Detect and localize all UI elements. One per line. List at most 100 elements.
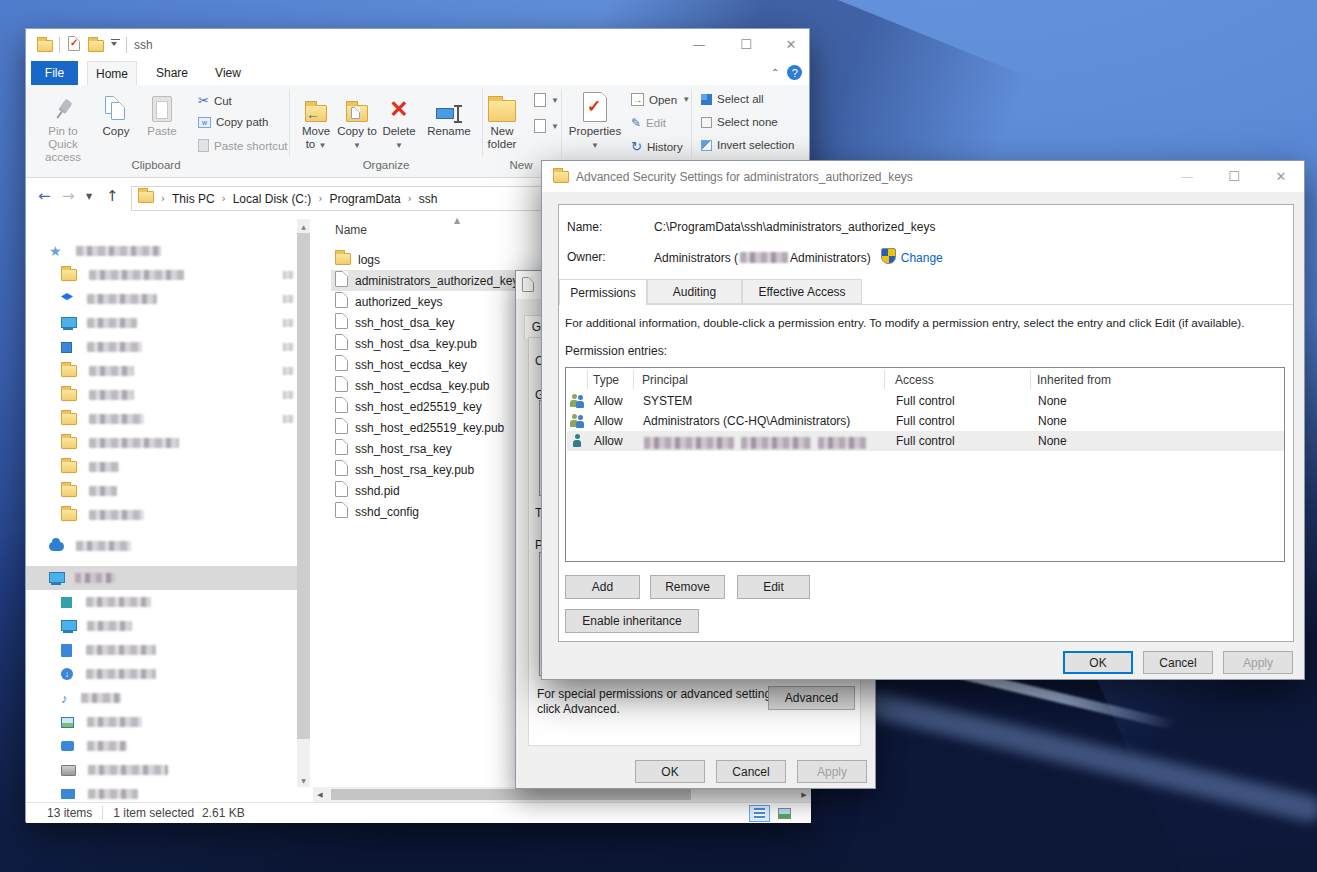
history-button[interactable]: ↻History: [631, 139, 683, 154]
close-button[interactable]: ✕: [768, 29, 814, 59]
qat-dropdown-icon[interactable]: [111, 39, 121, 49]
add-button[interactable]: Add: [565, 575, 640, 599]
nav-this-pc[interactable]: [49, 566, 115, 590]
rename-button[interactable]: Rename: [424, 88, 474, 138]
tab-file[interactable]: File: [31, 61, 78, 85]
security-titlebar[interactable]: Advanced Security Settings for administr…: [542, 161, 1304, 192]
help-icon[interactable]: ?: [787, 65, 802, 80]
edit-button[interactable]: ✎Edit: [631, 116, 666, 130]
properties-ok-button[interactable]: OK: [635, 760, 705, 783]
h-scrollbar-thumb[interactable]: [331, 789, 691, 800]
properties-apply-button[interactable]: Apply: [797, 760, 867, 783]
qat-newfolder-icon[interactable]: [88, 38, 104, 56]
nav-pictures[interactable]: [61, 710, 142, 734]
breadcrumb-programdata[interactable]: ProgramData: [329, 192, 400, 206]
nav-videos[interactable]: [61, 734, 127, 758]
dialog-maximize-button[interactable]: ☐: [1211, 161, 1257, 191]
tab-permissions[interactable]: Permissions: [559, 279, 647, 305]
maximize-button[interactable]: ☐: [723, 29, 769, 59]
nav-item[interactable]: [61, 431, 179, 455]
scroll-right-icon[interactable]: ▶: [797, 787, 811, 802]
remove-button[interactable]: Remove: [650, 575, 725, 599]
scroll-up-icon[interactable]: ▲: [297, 219, 310, 233]
tab-view[interactable]: View: [205, 61, 251, 85]
permission-row-selected[interactable]: Allow Full control None: [567, 431, 1284, 451]
properties-button[interactable]: ✓ Properties▼: [566, 88, 624, 151]
new-folder-button[interactable]: Newfolder: [474, 88, 530, 151]
copy-to-button[interactable]: Copy to ▼: [337, 88, 377, 151]
nav-item[interactable]: [61, 479, 117, 503]
nav-item[interactable]: [61, 503, 144, 527]
nav-item[interactable]: [61, 455, 119, 479]
invert-selection-button[interactable]: Invert selection: [701, 139, 794, 151]
details-view-button[interactable]: [749, 805, 770, 822]
easy-access-button[interactable]: ▼: [534, 119, 559, 133]
nav-item[interactable]: [61, 383, 134, 407]
scroll-left-icon[interactable]: ◀: [313, 787, 327, 802]
breadcrumb-ssh[interactable]: ssh: [419, 192, 438, 206]
nav-music[interactable]: ♪: [61, 686, 121, 710]
properties-cancel-button[interactable]: Cancel: [716, 760, 786, 783]
permission-row[interactable]: Allow SYSTEM Full control None: [567, 391, 1284, 411]
nav-desktop[interactable]: [61, 614, 132, 638]
nav-item[interactable]: [61, 311, 137, 335]
nav-item[interactable]: [61, 359, 134, 383]
new-item-button[interactable]: ▼: [534, 93, 559, 107]
security-ok-button[interactable]: OK: [1063, 651, 1133, 674]
col-access[interactable]: Access: [895, 368, 934, 391]
move-to-button[interactable]: ← Move to ▼: [296, 88, 336, 151]
forward-icon[interactable]: →: [62, 187, 75, 205]
security-apply-button[interactable]: Apply: [1223, 651, 1293, 674]
nav-item[interactable]: [61, 335, 142, 359]
col-principal[interactable]: Principal: [642, 368, 688, 391]
col-type[interactable]: Type: [593, 368, 619, 391]
nav-downloads[interactable]: ↓: [61, 662, 156, 686]
thumbnail-view-button[interactable]: [774, 805, 795, 822]
minimize-button[interactable]: —: [676, 29, 722, 59]
up-icon[interactable]: ↑: [106, 187, 119, 205]
nav-onedrive[interactable]: [49, 534, 131, 558]
nav-item[interactable]: [61, 407, 144, 431]
advanced-button[interactable]: Advanced: [768, 686, 855, 710]
nav-item[interactable]: [61, 263, 184, 287]
breadcrumb-local-disk[interactable]: Local Disk (C:): [233, 192, 312, 206]
pin-to-quick-access-button[interactable]: Pin to Quick access: [33, 88, 93, 165]
tab-effective-access[interactable]: Effective Access: [742, 279, 862, 304]
copy-path-button[interactable]: wCopy path: [198, 116, 268, 128]
nav-3d-objects[interactable]: [61, 590, 151, 614]
nav-scrollbar-thumb[interactable]: [297, 233, 310, 739]
dialog-close-button[interactable]: ✕: [1258, 161, 1304, 191]
copy-button[interactable]: Copy: [96, 88, 136, 138]
column-header-name[interactable]: Name: [335, 223, 367, 237]
scroll-down-icon[interactable]: ▼: [297, 773, 310, 787]
qat-properties-icon[interactable]: ✓: [68, 36, 80, 55]
horizontal-scrollbar[interactable]: ◀ ▶: [313, 787, 811, 802]
permission-row[interactable]: Allow Administrators (CC-HQ\Administrato…: [567, 411, 1284, 431]
paste-shortcut-button[interactable]: Paste shortcut: [198, 139, 288, 152]
tab-share[interactable]: Share: [147, 61, 197, 85]
edit-button[interactable]: Edit: [737, 575, 810, 599]
nav-scrollbar[interactable]: ▲ ▼: [297, 219, 310, 787]
tab-home[interactable]: Home: [87, 61, 137, 85]
back-icon[interactable]: ←: [38, 187, 51, 205]
change-owner-link[interactable]: Change: [901, 251, 943, 265]
delete-button[interactable]: ✕ Delete▼: [379, 88, 419, 151]
ribbon-collapse-icon[interactable]: ⌃: [771, 67, 779, 78]
nav-quick-access[interactable]: ★: [49, 239, 161, 263]
qat-folder-icon[interactable]: [37, 38, 53, 56]
paste-button[interactable]: Paste: [140, 88, 184, 138]
nav-item[interactable]: [61, 287, 157, 311]
open-button[interactable]: →Open ▼: [631, 93, 690, 106]
select-all-button[interactable]: Select all: [701, 93, 764, 105]
cut-button[interactable]: ✂Cut: [198, 93, 232, 108]
dialog-minimize-button[interactable]: —: [1164, 161, 1210, 191]
nav-documents[interactable]: [61, 638, 156, 662]
explorer-titlebar[interactable]: ✓ ssh — ☐ ✕: [26, 29, 809, 61]
select-none-button[interactable]: Select none: [701, 116, 778, 128]
tab-auditing[interactable]: Auditing: [647, 279, 742, 304]
recent-locations-icon[interactable]: ▼: [86, 192, 92, 201]
col-inherited[interactable]: Inherited from: [1037, 368, 1111, 391]
security-cancel-button[interactable]: Cancel: [1143, 651, 1213, 674]
breadcrumb-this-pc[interactable]: This PC: [172, 192, 215, 206]
enable-inheritance-button[interactable]: Enable inheritance: [565, 609, 699, 633]
